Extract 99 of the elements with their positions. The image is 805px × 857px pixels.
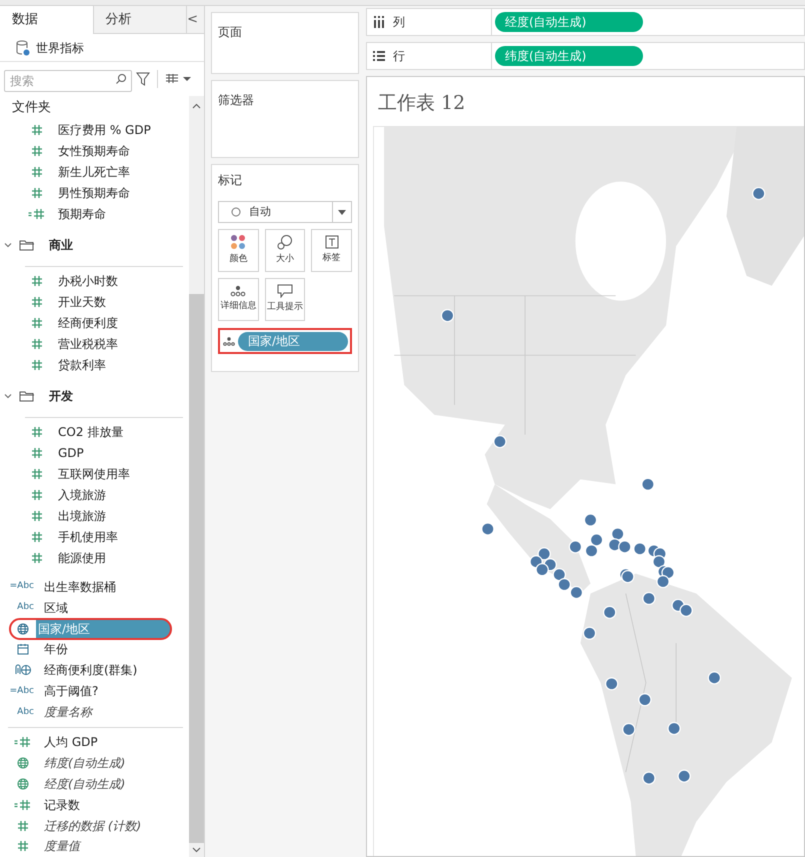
scroll-up-icon[interactable] [192, 103, 201, 109]
field-item[interactable]: CO2 排放量 [58, 422, 124, 441]
field-item[interactable]: 区域 [44, 598, 68, 617]
color-dots-icon [230, 234, 246, 250]
field-item[interactable]: 入境旅游 [58, 486, 106, 504]
hash-icon [31, 530, 43, 543]
type-label: Abc [17, 708, 34, 717]
hash-icon [17, 840, 29, 852]
type-label: =Abc [10, 582, 34, 592]
calendar-icon [17, 643, 29, 656]
type-label: =Abc [10, 686, 34, 696]
globe-icon [17, 778, 29, 790]
list-view-icon[interactable] [165, 74, 179, 84]
sidebar-tab[interactable]: 分析 [94, 6, 188, 33]
folder-icon [19, 390, 35, 402]
data-source-name[interactable]: 世界指标 [36, 38, 84, 56]
scrollbar[interactable] [189, 96, 204, 857]
shelf-label: 列 [393, 14, 405, 31]
dropdown-caret-icon[interactable] [338, 210, 346, 214]
scroll-down-icon[interactable] [192, 847, 201, 853]
hash-icon [31, 426, 43, 438]
field-item[interactable]: 预期寿命 [58, 204, 106, 223]
shelf-label: 行 [393, 48, 405, 65]
folder-name[interactable]: 商业 [49, 236, 73, 254]
field-item[interactable]: 经度(自动生成) [44, 774, 126, 793]
field-item[interactable]: 出境旅游 [58, 506, 106, 525]
mark-property-button[interactable]: 大小 [264, 229, 306, 272]
field-item[interactable]: 记录数 [44, 796, 80, 814]
field-item[interactable]: 年份 [44, 640, 68, 658]
folder-icon [19, 239, 35, 252]
calculated-hash-icon [14, 798, 32, 811]
text-box-icon [324, 235, 339, 250]
field-item[interactable]: 营业税税率 [58, 334, 118, 353]
field-item[interactable]: 度量值 [44, 837, 80, 856]
hash-icon [17, 820, 29, 832]
field-item[interactable]: 新生儿死亡率 [58, 163, 130, 182]
hash-icon [31, 124, 43, 136]
field-item[interactable]: 开业天数 [58, 292, 106, 311]
hash-icon [31, 316, 43, 329]
size-circles-icon [276, 234, 293, 250]
hash-icon [31, 358, 43, 371]
field-item[interactable]: 经商便利度 [58, 314, 118, 332]
filter-icon[interactable] [136, 72, 150, 86]
card-title: 页面 [218, 25, 242, 39]
field-item[interactable]: 手机使用率 [58, 528, 118, 546]
field-item[interactable]: GDP [58, 444, 84, 462]
database-icon [16, 40, 30, 56]
field-item[interactable]: 能源使用 [58, 548, 106, 567]
field-item[interactable]: 经商便利度(群集) [44, 661, 138, 680]
hash-icon [31, 296, 43, 308]
field-item[interactable]: 纬度(自动生成) [44, 754, 126, 772]
columns-icon [373, 16, 385, 28]
hash-icon [31, 338, 43, 350]
mark-property-button[interactable]: 详细信息 [218, 278, 259, 321]
paperclip-globe-icon [14, 664, 32, 676]
card-title: 标记 [218, 172, 243, 189]
field-item[interactable]: 贷款利率 [58, 356, 106, 374]
folder-header: 文件夹 [12, 99, 51, 118]
hash-icon [31, 488, 43, 501]
rows-icon [373, 50, 385, 62]
field-item[interactable]: 医疗费用 % GDP [58, 121, 151, 140]
hash-icon [31, 145, 43, 158]
detail-dots-icon [230, 285, 246, 298]
detail-dots-icon [223, 336, 235, 346]
type-label: Abc [17, 603, 34, 612]
field-item[interactable]: 迁移的数据 (计数) [44, 816, 142, 835]
calculated-hash-icon [28, 208, 46, 220]
field-item[interactable]: 度量名称 [44, 703, 92, 722]
sidebar-tab[interactable]: 数据 [0, 6, 94, 34]
hash-icon [31, 274, 43, 287]
mark-property-button[interactable]: 颜色 [218, 229, 259, 272]
field-item[interactable]: 女性预期寿命 [58, 142, 130, 160]
hash-icon [31, 468, 43, 480]
field-item[interactable]: 高于阈值? [44, 682, 98, 700]
hash-icon [31, 446, 43, 459]
worksheet-title: 工作表 12 [377, 91, 466, 116]
circle-icon [231, 207, 241, 217]
hash-icon [31, 187, 43, 199]
search-icon [115, 73, 127, 85]
field-item[interactable]: 互联网使用率 [58, 464, 130, 483]
mark-property-button[interactable]: 标签 [311, 229, 352, 272]
card-title: 筛选器 [218, 93, 254, 107]
calculated-hash-icon [14, 736, 32, 748]
hash-icon [31, 166, 43, 178]
hash-icon [31, 552, 43, 564]
mark-property-button[interactable]: 工具提示 [264, 278, 306, 321]
mark-type-dropdown[interactable]: 自动 [218, 201, 352, 223]
dropdown-caret-icon[interactable] [183, 76, 191, 82]
field-item[interactable]: 男性预期寿命 [58, 184, 130, 202]
speech-bubble-icon [276, 284, 293, 298]
field-item[interactable]: 人均 GDP [44, 732, 98, 751]
search-field[interactable]: 搜索 [4, 70, 132, 92]
field-item[interactable]: 办税小时数 [58, 272, 118, 290]
hash-icon [31, 510, 43, 522]
globe-icon [17, 756, 29, 769]
folder-name[interactable]: 开发 [49, 387, 73, 406]
collapse-button[interactable]: < [187, 6, 204, 33]
globe-icon [17, 622, 29, 635]
field-item[interactable]: 出生率数据桶 [44, 578, 116, 596]
